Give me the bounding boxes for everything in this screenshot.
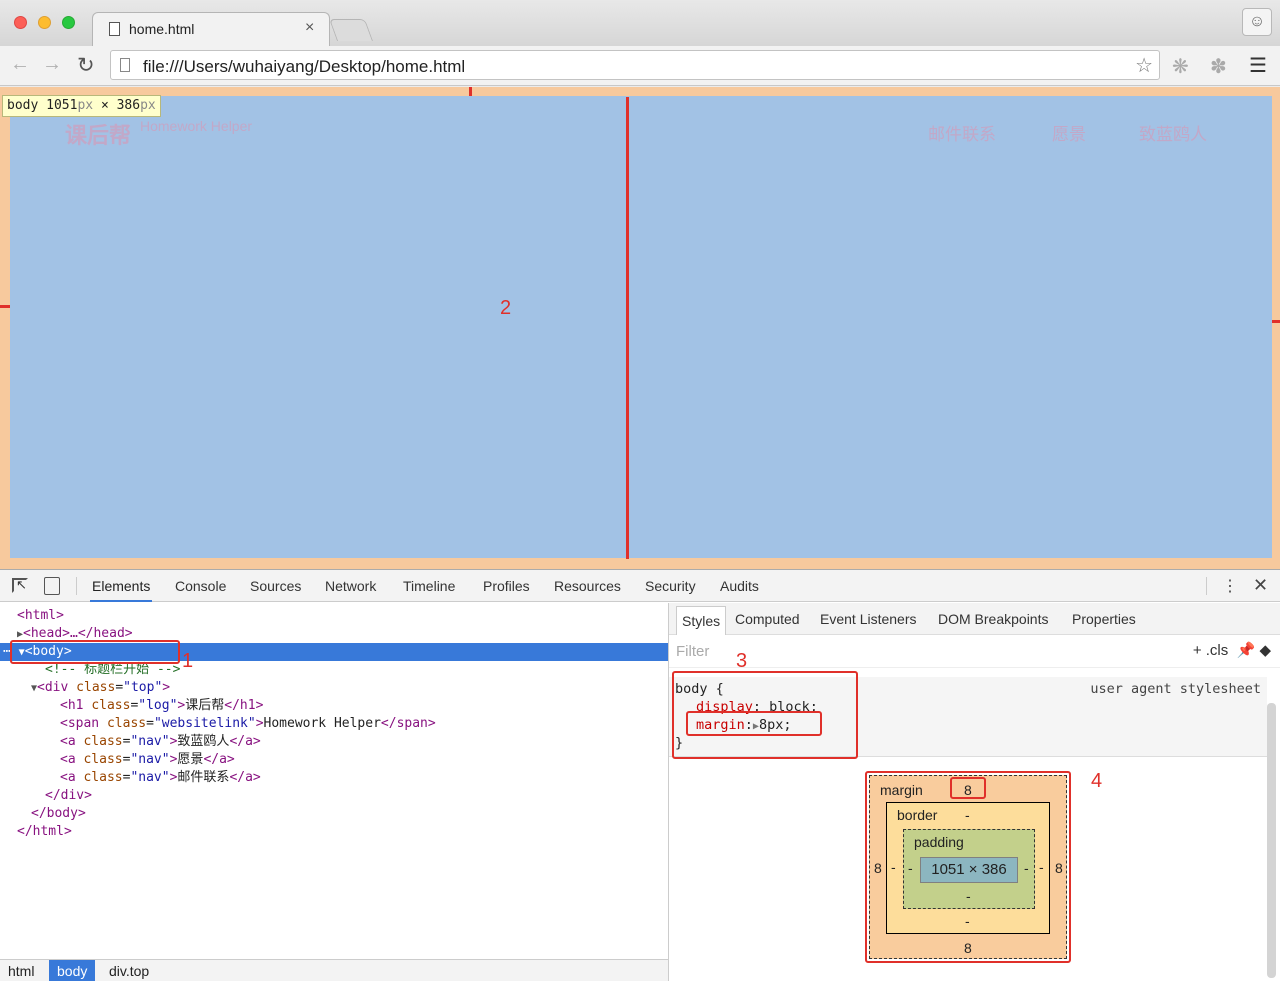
reload-icon[interactable]: ↻ xyxy=(77,53,95,78)
tab-security[interactable]: Security xyxy=(645,578,696,594)
element-dimensions-tooltip: body 1051px × 386px xyxy=(2,95,161,117)
dom-node-h1[interactable]: <h1 class="log">课后帮</h1> xyxy=(60,697,263,715)
page-icon xyxy=(120,58,130,72)
annotation-highlight-box xyxy=(865,771,1071,963)
filter-input[interactable]: Filter xyxy=(676,643,709,660)
dom-node-a[interactable]: <a class="nav">致蓝鸥人</a> xyxy=(60,733,261,751)
website-link[interactable]: Homework Helper xyxy=(140,118,252,134)
annotation-highlight-box xyxy=(686,711,822,736)
tab-properties[interactable]: Properties xyxy=(1072,611,1136,627)
dom-node-html-close[interactable]: </html> xyxy=(17,823,72,841)
extension-icon[interactable]: ❋ xyxy=(1172,54,1189,79)
dom-node-div-top[interactable]: ▼<div class="top"> xyxy=(31,679,170,697)
red-divider-line xyxy=(626,97,629,559)
devtools-tabbar: Elements Console Sources Network Timelin… xyxy=(0,570,1280,602)
rule-origin: user agent stylesheet xyxy=(1090,681,1261,697)
tab-sources[interactable]: Sources xyxy=(250,578,301,594)
tab-dom-breakpoints[interactable]: DOM Breakpoints xyxy=(938,611,1048,627)
divider xyxy=(76,577,77,595)
tab-elements[interactable]: Elements xyxy=(89,578,153,602)
close-window-button[interactable] xyxy=(14,16,27,29)
dom-node-body-close[interactable]: </body> xyxy=(31,805,86,823)
filter-bar: Filter + .cls 📌 ◆ xyxy=(669,636,1280,668)
nav-link-contact[interactable]: 邮件联系 xyxy=(928,120,996,145)
body-highlight: 课后帮 Homework Helper 邮件联系 愿景 致蓝鸥人 xyxy=(10,96,1272,558)
annotation-1: 1 xyxy=(182,650,194,672)
window-titlebar: home.html × ☺ xyxy=(0,0,1280,46)
profile-icon[interactable]: ☺ xyxy=(1242,8,1272,36)
url-text[interactable]: file:///Users/wuhaiyang/Desktop/home.htm… xyxy=(143,57,465,77)
bookmark-star-icon[interactable]: ☆ xyxy=(1135,53,1153,78)
close-devtools-icon[interactable]: ✕ xyxy=(1253,575,1268,596)
nav-link-about[interactable]: 致蓝鸥人 xyxy=(1139,120,1207,145)
annotation-3: 3 xyxy=(736,650,748,672)
hamburger-menu-icon[interactable]: ☰ xyxy=(1249,53,1267,78)
dom-node-a[interactable]: <a class="nav">愿景</a> xyxy=(60,751,235,769)
annotation-4: 4 xyxy=(1091,770,1103,792)
forward-arrow-icon[interactable]: → xyxy=(42,53,62,76)
annotation-highlight-box xyxy=(10,640,180,664)
site-logo[interactable]: 课后帮 xyxy=(65,118,131,150)
elements-tree: <html> ▶<head>…</head> ⋯ ▼<body> <!-- 标题… xyxy=(0,603,668,959)
tab-audits[interactable]: Audits xyxy=(720,578,759,594)
breadcrumb-item-html[interactable]: html xyxy=(0,960,42,981)
add-rule-icon[interactable]: + .cls xyxy=(1193,642,1228,659)
dom-node-div-close[interactable]: </div> xyxy=(45,787,92,805)
minimize-window-button[interactable] xyxy=(38,16,51,29)
page-viewport: body 1051px × 386px 课后帮 Homework Helper … xyxy=(0,87,1280,569)
style-tools[interactable]: + .cls 📌 ◆ xyxy=(1193,641,1271,659)
breadcrumb-item-div-top[interactable]: div.top xyxy=(101,960,157,981)
new-tab-button[interactable] xyxy=(328,19,374,41)
inspect-element-icon[interactable] xyxy=(12,577,28,593)
dom-node-a[interactable]: <a class="nav">邮件联系</a> xyxy=(60,769,261,787)
back-arrow-icon[interactable]: ← xyxy=(10,53,30,76)
breadcrumb: html body div.top xyxy=(0,959,668,981)
dom-node-span[interactable]: <span class="websitelink">Homework Helpe… xyxy=(60,715,436,733)
styles-sidebar: Styles Computed Event Listeners DOM Brea… xyxy=(668,603,1280,981)
page-icon xyxy=(109,22,120,36)
tab-close-icon[interactable]: × xyxy=(305,19,314,37)
tab-styles[interactable]: Styles xyxy=(676,606,727,635)
browser-toolbar: ← → ↻ file:///Users/wuhaiyang/Desktop/ho… xyxy=(0,46,1280,86)
device-mode-icon[interactable] xyxy=(44,577,60,595)
address-bar[interactable]: file:///Users/wuhaiyang/Desktop/home.htm… xyxy=(110,50,1160,80)
nav-link-vision[interactable]: 愿景 xyxy=(1052,120,1086,145)
tab-network[interactable]: Network xyxy=(325,578,376,594)
styles-scrollbar[interactable] xyxy=(1267,703,1276,978)
dom-node-html[interactable]: <html> xyxy=(17,607,64,625)
breadcrumb-item-body[interactable]: body xyxy=(49,960,96,981)
tab-computed[interactable]: Computed xyxy=(735,611,800,627)
more-options-icon[interactable]: ⋮ xyxy=(1222,576,1238,596)
devtools-panel: Elements Console Sources Network Timelin… xyxy=(0,569,1280,981)
pin-icon[interactable]: 📌 xyxy=(1237,642,1256,659)
tab-event-listeners[interactable]: Event Listeners xyxy=(820,611,917,627)
tab-console[interactable]: Console xyxy=(175,578,226,594)
browser-tab[interactable]: home.html × xyxy=(92,12,330,46)
tab-resources[interactable]: Resources xyxy=(554,578,621,594)
annotation-2: 2 xyxy=(500,297,512,319)
tab-title: home.html xyxy=(129,21,195,37)
tab-profiles[interactable]: Profiles xyxy=(483,578,530,594)
sidebar-tabbar: Styles Computed Event Listeners DOM Brea… xyxy=(669,603,1280,635)
tab-timeline[interactable]: Timeline xyxy=(403,578,455,594)
react-extension-icon[interactable]: ✽ xyxy=(1210,54,1227,79)
annotation-highlight-box xyxy=(950,777,986,799)
divider xyxy=(1206,577,1207,595)
color-format-icon[interactable]: ◆ xyxy=(1259,642,1271,659)
zoom-window-button[interactable] xyxy=(62,16,75,29)
